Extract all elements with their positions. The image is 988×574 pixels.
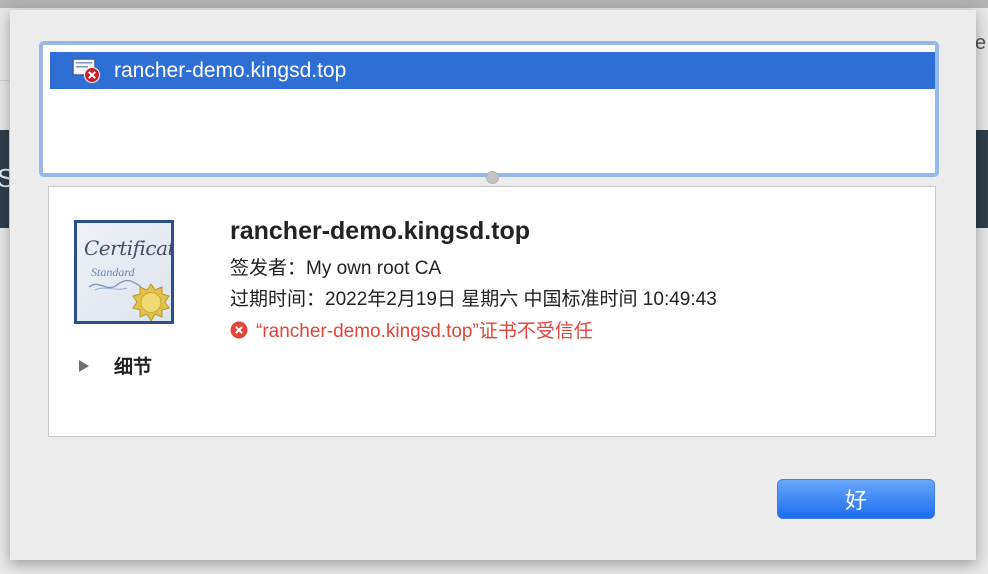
certificate-list-item-label: rancher-demo.kingsd.top bbox=[114, 58, 347, 82]
disclosure-triangle-icon[interactable] bbox=[78, 359, 90, 373]
certificate-seal-icon bbox=[132, 283, 170, 321]
error-circle-icon bbox=[230, 321, 248, 338]
certificate-image: Certificate Standard bbox=[74, 220, 174, 324]
certificate-error-icon bbox=[72, 57, 102, 84]
trust-status-text: “rancher-demo.kingsd.top”证书不受信任 bbox=[256, 321, 593, 342]
certificate-expiry: 过期时间：2022年2月19日 星期六 中国标准时间 10:49:43 bbox=[230, 289, 717, 310]
background-window-titlebar bbox=[0, 0, 988, 8]
certificate-name: rancher-demo.kingsd.top bbox=[230, 217, 531, 245]
details-label: 细节 bbox=[114, 357, 153, 378]
certificate-list[interactable]: rancher-demo.kingsd.top bbox=[42, 44, 936, 174]
background-divider bbox=[0, 80, 9, 81]
certificate-list-item[interactable]: rancher-demo.kingsd.top bbox=[50, 52, 935, 89]
certificate-detail-pane: Certificate Standard rancher-demo.kingsd… bbox=[48, 186, 936, 437]
certificate-image-title: Certificate bbox=[84, 236, 171, 260]
background-banner-right bbox=[976, 130, 988, 228]
certificate-issuer: 签发者：My own root CA bbox=[230, 258, 442, 279]
split-view-handle[interactable] bbox=[486, 171, 499, 184]
background-edge-text: e bbox=[975, 32, 987, 54]
ok-button[interactable]: 好 bbox=[777, 479, 935, 519]
certificate-sheet: rancher-demo.kingsd.top Certificate Stan… bbox=[10, 10, 976, 560]
certificate-trust-status: “rancher-demo.kingsd.top”证书不受信任 bbox=[230, 316, 593, 343]
details-disclosure[interactable]: 细节 bbox=[78, 352, 152, 379]
